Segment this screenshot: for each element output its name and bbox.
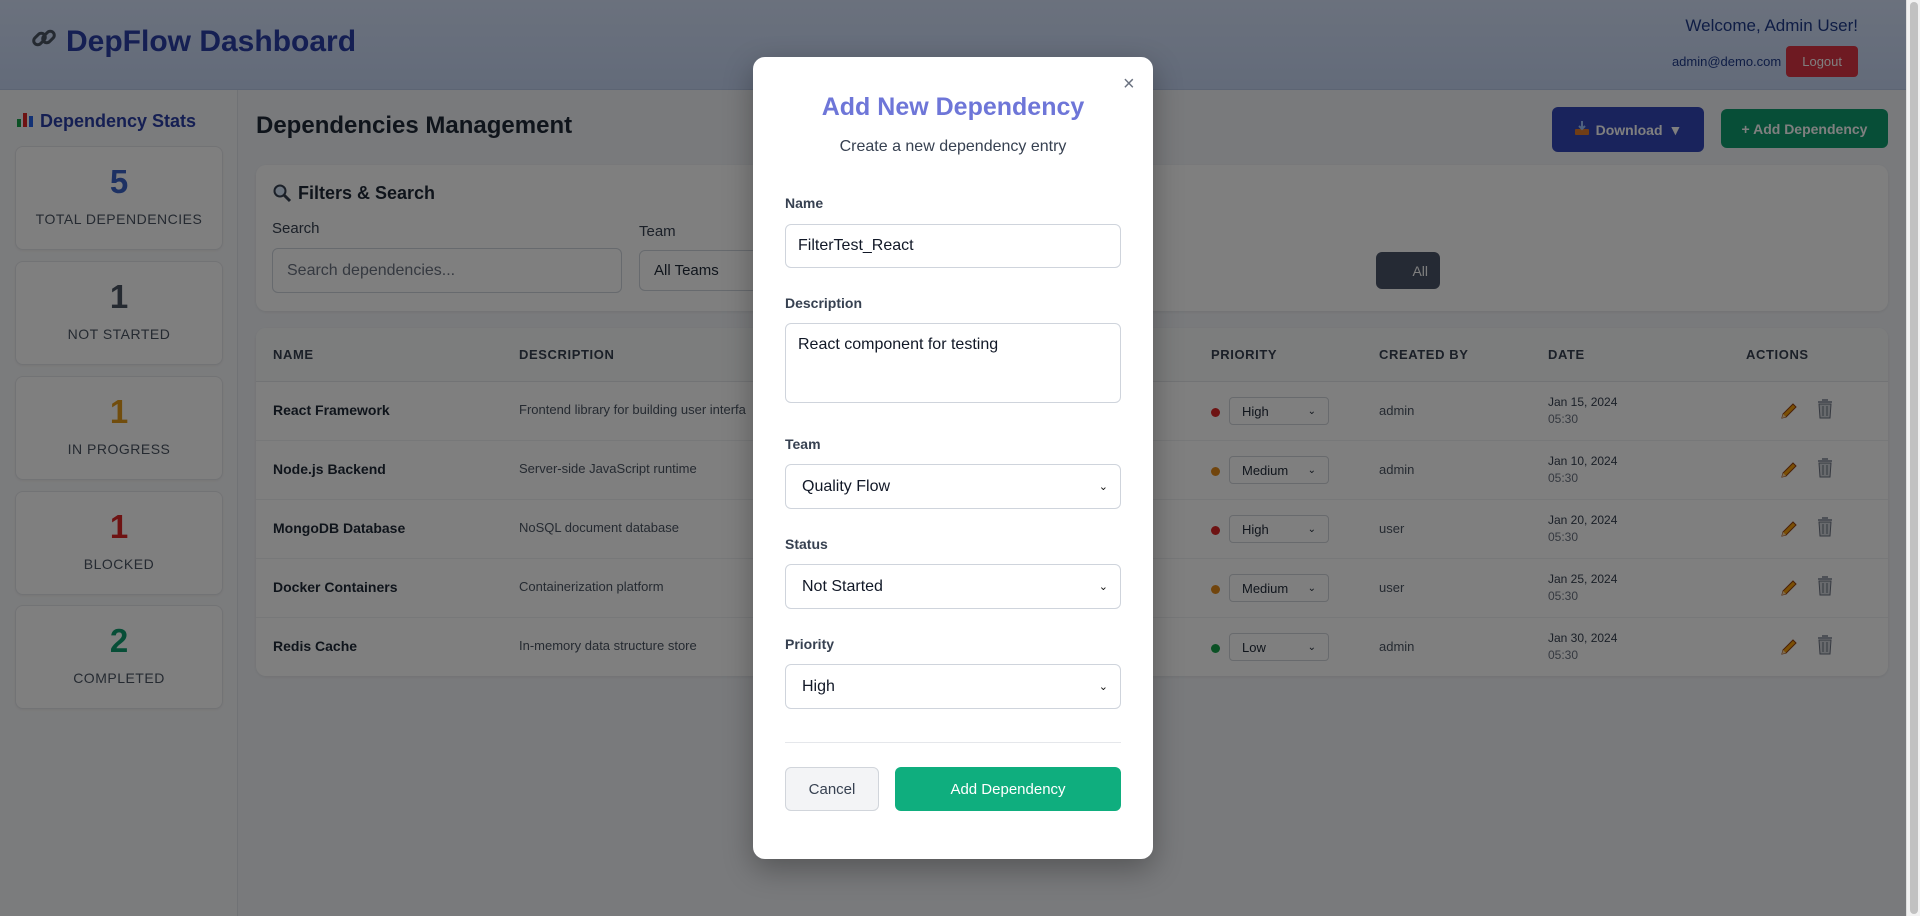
description-label: Description: [785, 295, 863, 311]
status-select[interactable]: Not Started ⌄: [785, 564, 1121, 609]
team-select[interactable]: Quality Flow ⌄: [785, 464, 1121, 509]
name-label: Name: [785, 195, 824, 211]
description-field[interactable]: React component for testing: [785, 323, 1121, 403]
scrollbar-thumb[interactable]: [1910, 2, 1918, 914]
status-select-value: Not Started: [802, 577, 883, 595]
modal-subtitle: Create a new dependency entry: [839, 138, 1067, 155]
cancel-button[interactable]: Cancel: [785, 767, 879, 811]
add-dependency-modal: × Add New Dependency Create a new depend…: [753, 57, 1153, 859]
priority-select[interactable]: High ⌄: [785, 664, 1121, 709]
chevron-down-icon: ⌄: [1098, 481, 1108, 493]
name-field[interactable]: FilterTest_React: [785, 224, 1121, 268]
modal-title: Add New Dependency: [821, 93, 1085, 121]
chevron-down-icon: ⌄: [1098, 681, 1108, 693]
team-label: Team: [785, 436, 821, 452]
status-label: Status: [785, 536, 828, 552]
description-text: React component for testing: [798, 336, 999, 353]
priority-label: Priority: [785, 636, 835, 652]
priority-select-value: High: [802, 677, 835, 695]
chevron-down-icon: ⌄: [1098, 581, 1108, 593]
page-scrollbar[interactable]: [1906, 0, 1920, 916]
modal-divider: [785, 742, 1121, 743]
team-select-value: Quality Flow: [802, 477, 891, 495]
submit-add-dependency-button[interactable]: Add Dependency: [895, 767, 1121, 811]
